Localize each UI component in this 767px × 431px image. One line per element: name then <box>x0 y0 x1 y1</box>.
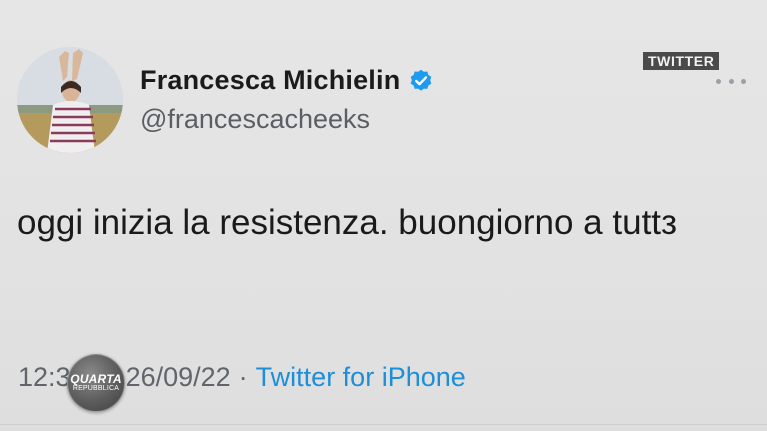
tweet-text: oggi inizia la resistenza. buongiorno a … <box>17 203 678 242</box>
twitter-source-badge: TWITTER <box>643 52 720 70</box>
tweet-client-link[interactable]: Twitter for iPhone <box>256 362 466 393</box>
tweet-date[interactable]: 26/09/22 <box>126 362 231 393</box>
tweet-time[interactable]: 12:3 <box>18 362 71 393</box>
logo-line-1: QUARTA <box>70 372 122 386</box>
meta-separator: · <box>238 362 248 392</box>
logo-line-2: REPUBBLICA <box>72 385 120 392</box>
quarta-repubblica-logo: QUARTA REPUBBLICA <box>67 354 125 412</box>
more-dot <box>741 78 746 84</box>
author-name-row: Francesca Michielin <box>140 62 434 98</box>
author-display-name[interactable]: Francesca Michielin <box>140 65 400 96</box>
divider <box>0 424 767 425</box>
avatar-photo <box>17 47 123 153</box>
verified-badge-icon <box>408 67 434 93</box>
tweet-card: Francesca Michielin @francescacheeks TWI… <box>0 0 767 431</box>
tweet-author: Francesca Michielin @francescacheeks <box>140 62 434 135</box>
author-handle[interactable]: @francescacheeks <box>140 104 434 135</box>
more-options-icon[interactable] <box>716 74 746 88</box>
more-dot <box>716 78 721 84</box>
author-avatar[interactable] <box>17 47 123 153</box>
more-dot <box>728 78 734 84</box>
